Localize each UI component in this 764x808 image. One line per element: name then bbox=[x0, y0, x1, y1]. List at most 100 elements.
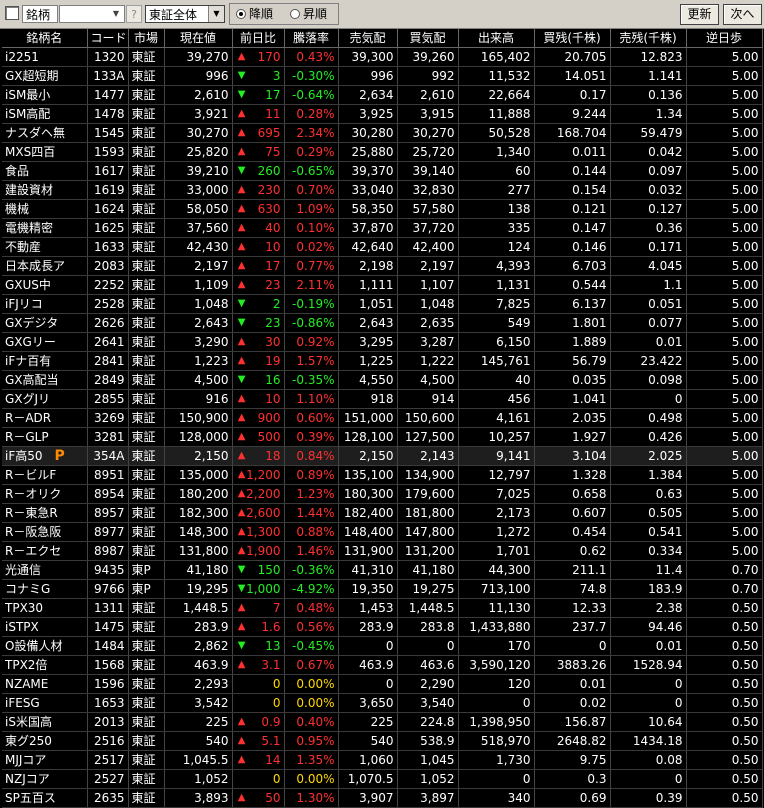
table-row[interactable]: O設備人材 1484 東証 2,862 ▼ 13 -0.45% 0 0 170 0 0.01 0.50 bbox=[2, 636, 763, 657]
change-rate-value: 0.56% bbox=[296, 620, 335, 635]
table-row[interactable]: GXGリー 2641 東証 3,290 ▲ 30 0.92% 3,295 3,287 6,150 1… bbox=[2, 332, 763, 353]
col-buy-header[interactable]: 買残(千株) bbox=[534, 29, 611, 49]
col-fee-header[interactable]: 逆日歩 bbox=[686, 29, 763, 49]
chevron-down-icon[interactable]: ▼ bbox=[110, 6, 122, 22]
table-row[interactable]: iSTPX 1475 東証 283.9 ▲ 1.6 0.56% 283.9 283.8 1,433… bbox=[2, 617, 763, 638]
code-combo[interactable]: ▼ bbox=[59, 5, 125, 23]
current-price: 25,820 bbox=[164, 142, 233, 163]
sort-desc-radio[interactable]: 降順 bbox=[236, 7, 273, 21]
stock-market-value: 東証 bbox=[131, 601, 156, 616]
ask-price-value: 25,880 bbox=[351, 145, 394, 160]
table-row[interactable]: 日本成長ア 2083 東証 2,197 ▲ 17 0.77% 2,198 2,197 4,393 6… bbox=[2, 256, 763, 277]
table-row[interactable]: 機械 1624 東証 58,050 ▲ 630 1.09% 58,350 57,580 138 0.… bbox=[2, 199, 763, 220]
change-rate: -0.19% bbox=[284, 294, 339, 315]
stock-name-value: GX超短期 bbox=[5, 69, 59, 84]
table-row[interactable]: 不動産 1633 東証 42,430 ▲ 10 0.02% 42,640 42,400 124 0.… bbox=[2, 237, 763, 258]
table-row[interactable]: GX超短期 133A 東証 996 ▼ 3 -0.30% 996 992 11,532 14.051… bbox=[2, 66, 763, 87]
table-row[interactable]: R－オリク 8954 東証 180,200 ▲ 2,200 1.23% 180,300 179,… bbox=[2, 484, 763, 505]
stock-market: 東証 bbox=[128, 636, 165, 657]
table-row[interactable]: 食品 1617 東証 39,210 ▼ 260 -0.65% 39,370 39,140 60 0.… bbox=[2, 161, 763, 182]
next-button[interactable]: 次へ bbox=[723, 4, 762, 25]
table-row[interactable]: GXデジタ 2626 東証 2,643 ▼ 23 -0.86% 2,643 2,635 549 1.… bbox=[2, 313, 763, 334]
col-ask-header[interactable]: 売気配 bbox=[338, 29, 398, 49]
table-row[interactable]: iFJリコ 2528 東証 1,048 ▼ 2 -0.19% 1,051 1,048 7,825 6… bbox=[2, 294, 763, 315]
stock-market: 東証 bbox=[128, 256, 165, 277]
col-change-header[interactable]: 前日比 bbox=[232, 29, 285, 49]
col-code-header[interactable]: コード bbox=[87, 29, 129, 49]
radio-empty-icon bbox=[290, 9, 300, 19]
up-triangle-icon: ▲ bbox=[237, 222, 246, 234]
up-triangle-icon: ▲ bbox=[237, 241, 246, 253]
table-row[interactable]: R－阪急阪 8977 東証 148,300 ▲ 1,300 0.88% 148,400 147,… bbox=[2, 522, 763, 543]
stock-name-value: iS米国高 bbox=[5, 715, 52, 730]
table-row[interactable]: MJJコア 2517 東証 1,045.5 ▲ 14 1.35% 1,060 1,045 1,73… bbox=[2, 750, 763, 771]
table-row[interactable]: 建設資材 1619 東証 33,000 ▲ 230 0.70% 33,040 32,830 277… bbox=[2, 180, 763, 201]
table-row[interactable]: i2251 1320 東証 39,270 ▲ 170 0.43% 39,300 39,260 16… bbox=[2, 47, 763, 68]
reverse-fee: 5.00 bbox=[686, 104, 763, 125]
table-row[interactable]: ナスダヘ無 1545 東証 30,270 ▲ 695 2.34% 30,280 30,270 50… bbox=[2, 123, 763, 144]
bid-price-value: 1,448.5 bbox=[408, 601, 455, 616]
table-row[interactable]: MXS四百 1593 東証 25,820 ▲ 75 0.29% 25,880 25,720 1,3… bbox=[2, 142, 763, 163]
table-row[interactable]: コナミG 9766 東P 19,295 ▼ 1,000 -4.92% 19,350 19,275… bbox=[2, 579, 763, 600]
table-row[interactable]: 電機精密 1625 東証 37,560 ▲ 40 0.10% 37,870 37,720 335 0… bbox=[2, 218, 763, 239]
change-rate-value: -0.64% bbox=[292, 88, 335, 103]
col-bid-header[interactable]: 買気配 bbox=[397, 29, 459, 49]
col-rate-header[interactable]: 騰落率 bbox=[284, 29, 339, 49]
margin-buy-value: 1.889 bbox=[572, 335, 607, 350]
select-checkbox[interactable] bbox=[5, 6, 19, 20]
table-row[interactable]: iSM高配 1478 東証 3,921 ▲ 11 0.28% 3,925 3,915 11,888… bbox=[2, 104, 763, 125]
stock-code: 3269 bbox=[87, 408, 129, 429]
table-row[interactable]: TPX2倍 1568 東証 463.9 ▲ 3.1 0.67% 463.9 463.6 3,590… bbox=[2, 655, 763, 676]
table-row[interactable]: 光通信 9435 東P 41,180 ▼ 150 -0.36% 41,310 41,180 44,… bbox=[2, 560, 763, 581]
table-row[interactable]: R－ADR 3269 東証 150,900 ▲ 900 0.60% 151,000 150,60… bbox=[2, 408, 763, 429]
table-row[interactable]: iF高50 P 354A 東証 2,150 ▲ 18 0.84% 2,150 2,143 9,141… bbox=[2, 446, 763, 467]
change-rate-value: 0.95% bbox=[296, 734, 335, 749]
table-row[interactable]: iSM最小 1477 東証 2,610 ▼ 17 -0.64% 2,634 2,610 22,66… bbox=[2, 85, 763, 106]
stock-market-value: 東証 bbox=[131, 354, 156, 369]
table-row[interactable]: R－ビルF 8951 東証 135,000 ▲ 1,200 0.89% 135,100 134,… bbox=[2, 465, 763, 486]
margin-buy-value: 211.1 bbox=[572, 563, 607, 578]
table-row[interactable]: NZAME 1596 東証 2,293 0 0.00% 0 2,290 120 0.01 0 0.50 bbox=[2, 674, 763, 695]
stock-market-value: 東証 bbox=[131, 772, 156, 787]
col-sell-header[interactable]: 売残(千株) bbox=[610, 29, 687, 49]
table-row[interactable]: 東グ250 2516 東証 540 ▲ 5.1 0.95% 540 538.9 518,970 26… bbox=[2, 731, 763, 752]
table-row[interactable]: SP五百ス 2635 東証 3,893 ▲ 50 1.30% 3,907 3,897 340 0.6… bbox=[2, 788, 763, 808]
table-row[interactable]: GXグJリ 2855 東証 916 ▲ 10 1.10% 918 914 456 1.041 0 5.0… bbox=[2, 389, 763, 410]
stock-market-value: 東証 bbox=[131, 639, 156, 654]
col-volume-header[interactable]: 出来高 bbox=[458, 29, 535, 49]
change-rate: 0.43% bbox=[284, 47, 339, 68]
market-select[interactable]: 東証全体 ▼ bbox=[145, 5, 225, 23]
table-row[interactable]: GX高配当 2849 東証 4,500 ▼ 16 -0.35% 4,550 4,500 40 0.0… bbox=[2, 370, 763, 391]
col-market-header[interactable]: 市場 bbox=[128, 29, 165, 49]
refresh-button[interactable]: 更新 bbox=[680, 4, 719, 25]
chevron-down-icon[interactable]: ▼ bbox=[208, 6, 224, 22]
reverse-fee: 5.00 bbox=[686, 294, 763, 315]
p-badge-icon: P bbox=[54, 448, 65, 465]
table-row[interactable]: iFESG 1653 東証 3,542 0 0.00% 3,650 3,540 0 0.02 0 0.… bbox=[2, 693, 763, 714]
volume-value: 138 bbox=[507, 202, 531, 217]
table-row[interactable]: R－エクセ 8987 東証 131,800 ▲ 1,900 1.46% 131,900 131,… bbox=[2, 541, 763, 562]
table-row[interactable]: iFナ百有 2841 東証 1,223 ▲ 19 1.57% 1,225 1,222 145,76… bbox=[2, 351, 763, 372]
stock-name-value: 不動産 bbox=[5, 240, 42, 255]
table-row[interactable]: R－東急R 8957 東証 182,300 ▲ 2,600 1.44% 182,400 181,… bbox=[2, 503, 763, 524]
table-row[interactable]: TPX30 1311 東証 1,448.5 ▲ 7 0.48% 1,453 1,448.5 11,… bbox=[2, 598, 763, 619]
reverse-fee-value: 0.50 bbox=[731, 753, 759, 768]
help-button[interactable]: ? bbox=[126, 5, 142, 23]
stock-name-value: R－ビルF bbox=[5, 468, 57, 483]
stock-name: TPX2倍 bbox=[2, 655, 88, 676]
sort-asc-radio[interactable]: 昇順 bbox=[290, 7, 327, 21]
col-price-header[interactable]: 現在値 bbox=[164, 29, 233, 49]
table-row[interactable]: iS米国高 2013 東証 225 ▲ 0.9 0.40% 225 224.8 1,398,950… bbox=[2, 712, 763, 733]
stock-market-value: 東証 bbox=[131, 373, 156, 388]
reverse-fee: 0.50 bbox=[686, 693, 763, 714]
margin-sell: 94.46 bbox=[610, 617, 687, 638]
table-row[interactable]: GXUS中 2252 東証 1,109 ▲ 23 2.11% 1,111 1,107 1,131 0… bbox=[2, 275, 763, 296]
stock-market-value: 東証 bbox=[131, 791, 156, 806]
up-triangle-icon: ▲ bbox=[237, 260, 246, 272]
margin-sell-value: 2.38 bbox=[655, 601, 683, 616]
col-name-header[interactable]: 銘柄名 bbox=[2, 29, 88, 49]
volume-value: 22,664 bbox=[488, 88, 531, 103]
current-price: 2,197 bbox=[164, 256, 233, 277]
table-row[interactable]: R－GLP 3281 東証 128,000 ▲ 500 0.39% 128,100 127,50… bbox=[2, 427, 763, 448]
reverse-fee: 0.50 bbox=[686, 655, 763, 676]
